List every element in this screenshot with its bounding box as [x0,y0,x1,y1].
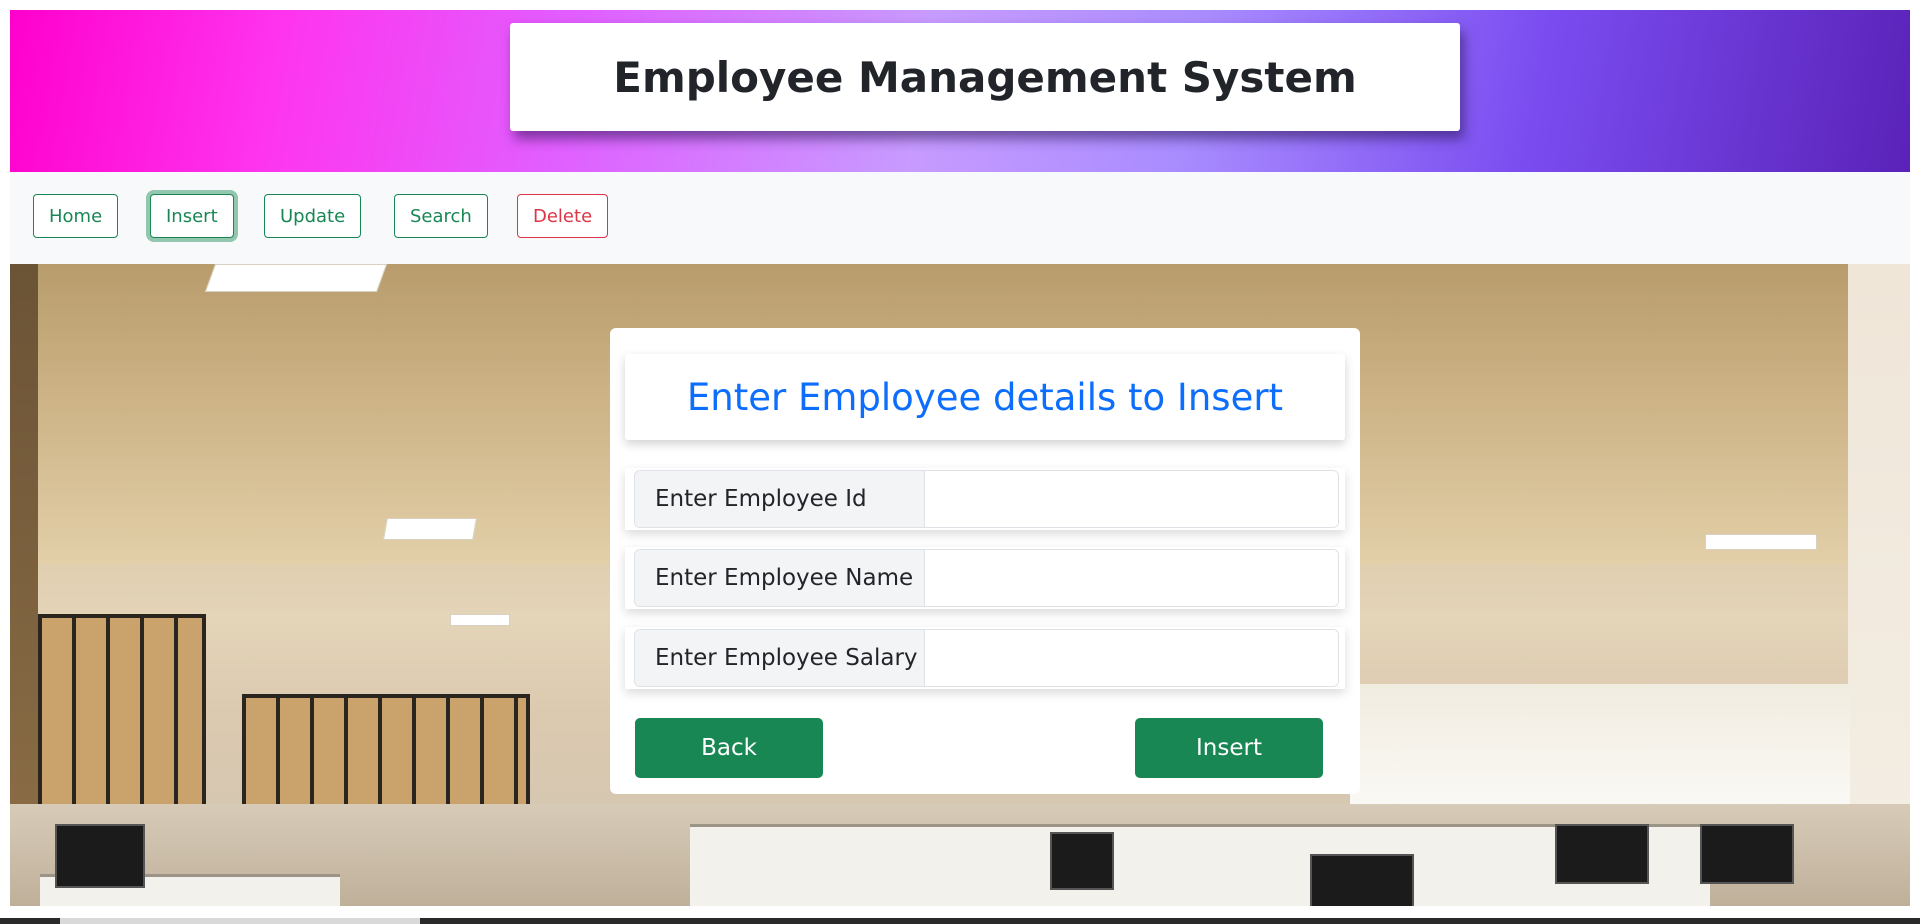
employee-salary-group: Enter Employee Salary [634,629,1339,687]
insert-submit-button[interactable]: Insert [1135,718,1323,778]
employee-name-row: Enter Employee Name [625,547,1345,609]
employee-name-label: Enter Employee Name [635,550,925,606]
employee-salary-input[interactable] [925,630,1338,686]
nav-search-button[interactable]: Search [394,194,488,238]
employee-name-group: Enter Employee Name [634,549,1339,607]
page: Employee Management System Home Insert U… [10,10,1910,906]
nav-update-button[interactable]: Update [264,194,362,238]
form-heading: Enter Employee details to Insert [686,375,1284,419]
employee-salary-row: Enter Employee Salary [625,627,1345,689]
nav-delete-button[interactable]: Delete [517,194,609,238]
bottom-strip [0,918,1920,924]
page-title: Employee Management System [613,52,1357,102]
employee-id-label: Enter Employee Id [635,471,925,527]
employee-id-row: Enter Employee Id [625,468,1345,530]
nav-insert-button[interactable]: Insert [150,194,234,238]
employee-salary-label: Enter Employee Salary [635,630,925,686]
employee-id-input[interactable] [925,471,1338,527]
nav-bar: Home Insert Update Search Delete [10,172,1910,264]
back-button[interactable]: Back [635,718,823,778]
insert-form-card: Enter Employee details to Insert Enter E… [610,328,1360,794]
form-heading-card: Enter Employee details to Insert [625,354,1345,440]
nav-home-button[interactable]: Home [33,194,119,238]
header-banner: Employee Management System [10,10,1910,172]
title-card: Employee Management System [510,23,1460,131]
employee-id-group: Enter Employee Id [634,470,1339,528]
employee-name-input[interactable] [925,550,1338,606]
